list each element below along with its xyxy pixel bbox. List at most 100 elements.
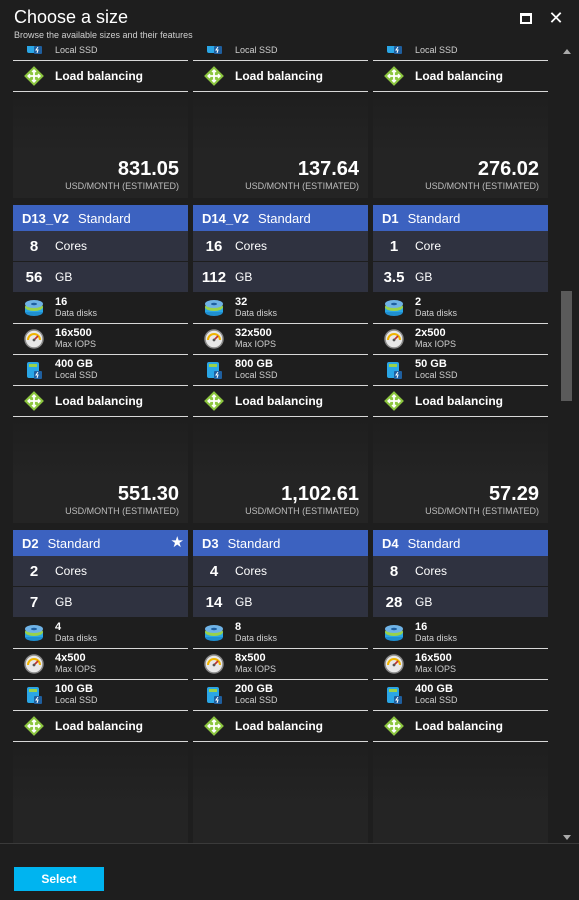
size-name: D13_V2 bbox=[22, 210, 69, 226]
load-balancing-icon bbox=[373, 66, 415, 86]
cores-row: 2 Cores bbox=[13, 556, 188, 587]
ssd-row: 200 GBLocal SSD bbox=[193, 680, 368, 711]
iops-row: 8x500 Max IOPS bbox=[193, 649, 368, 680]
ssd-label: Local SSD bbox=[55, 695, 98, 705]
size-card[interactable]: 32x500Max IOPS 800 GBLocal SSD Load bala… bbox=[13, 46, 188, 198]
ram-value: 7 bbox=[29, 593, 39, 611]
data-disks-value: 4 bbox=[55, 621, 62, 633]
load-balancing-icon bbox=[13, 716, 55, 736]
scrollbar[interactable] bbox=[560, 46, 574, 843]
ssd-value: 400 GB bbox=[415, 683, 453, 695]
close-button[interactable]: ✕ bbox=[546, 8, 566, 28]
scroll-down-arrow[interactable] bbox=[563, 835, 571, 840]
load-balancing-label: Load balancing bbox=[235, 394, 324, 408]
data-disks-label: Data disks bbox=[415, 633, 458, 643]
load-balancing-icon bbox=[193, 716, 235, 736]
card-spacer bbox=[193, 417, 368, 479]
load-balancing-row: Load balancing bbox=[13, 386, 188, 417]
load-balancing-row: Load balancing bbox=[373, 61, 548, 92]
cores-value: 16 bbox=[205, 237, 223, 255]
iops-label: Max IOPS bbox=[55, 339, 97, 349]
load-balancing-label: Load balancing bbox=[235, 69, 324, 83]
price-currency: USD/MONTH (ESTIMATED) bbox=[425, 181, 539, 191]
load-balancing-icon bbox=[373, 716, 415, 736]
size-tier: Standard bbox=[47, 535, 101, 551]
data-disks-icon bbox=[373, 624, 415, 642]
data-disks-icon bbox=[13, 624, 55, 642]
ssd-icon bbox=[373, 360, 415, 380]
ram-row: 7 GB bbox=[13, 587, 188, 618]
data-disks-value: 2 bbox=[415, 296, 422, 308]
data-disks-row: 2 Data disks bbox=[373, 293, 548, 324]
data-disks-icon bbox=[13, 299, 55, 317]
ssd-value: 200 GB bbox=[235, 683, 273, 695]
ssd-icon bbox=[13, 46, 55, 55]
ram-row: 3.5 GB bbox=[373, 262, 548, 293]
data-disks-icon bbox=[193, 624, 235, 642]
ssd-label: Local SSD bbox=[415, 370, 458, 380]
star-icon[interactable]: ★ bbox=[171, 534, 184, 552]
size-name: D4 bbox=[382, 535, 399, 551]
ssd-label: Local SSD bbox=[415, 46, 458, 55]
size-tier: Standard bbox=[407, 210, 461, 226]
iops-row: 4x500 Max IOPS bbox=[13, 649, 188, 680]
data-disks-row: 8 Data disks bbox=[193, 618, 368, 649]
card-header: D3 Standard bbox=[193, 530, 368, 556]
price-block: 276.02 USD/MONTH (ESTIMATED) bbox=[373, 154, 548, 198]
size-card[interactable]: 8x500Max IOPS 200 GBLocal SSD Load balan… bbox=[373, 46, 548, 198]
price-block bbox=[193, 804, 368, 843]
price-currency: USD/MONTH (ESTIMATED) bbox=[425, 506, 539, 516]
cores-row: 4 Cores bbox=[193, 556, 368, 587]
cores-row: 8 Cores bbox=[13, 231, 188, 262]
ssd-icon bbox=[193, 360, 235, 380]
size-card[interactable]: D4 Standard 8 Cores 28 GB 16 Data disks 1… bbox=[373, 530, 548, 843]
ssd-label: Local SSD bbox=[415, 695, 458, 705]
size-card[interactable]: 4x500Max IOPS 100 GBLocal SSD Load balan… bbox=[193, 46, 368, 198]
size-tier: Standard bbox=[407, 535, 461, 551]
scroll-up-arrow[interactable] bbox=[563, 49, 571, 54]
ram-value: 112 bbox=[201, 268, 227, 286]
ssd-value: 100 GB bbox=[55, 683, 93, 695]
ssd-value: 50 GB bbox=[415, 358, 447, 370]
card-spacer bbox=[373, 742, 548, 804]
price-currency: USD/MONTH (ESTIMATED) bbox=[245, 181, 359, 191]
data-disks-label: Data disks bbox=[235, 633, 278, 643]
ssd-icon bbox=[373, 685, 415, 705]
card-header: D4 Standard bbox=[373, 530, 548, 556]
cores-row: 8 Cores bbox=[373, 556, 548, 587]
size-card[interactable]: D14_V2 Standard 16 Cores 112 GB 32 Data d… bbox=[193, 205, 368, 523]
ssd-row: 200 GBLocal SSD bbox=[373, 46, 548, 61]
size-card[interactable]: D13_V2 Standard 8 Cores 56 GB 16 Data dis… bbox=[13, 205, 188, 523]
ram-value: 56 bbox=[25, 268, 43, 286]
iops-row: 16x500 Max IOPS bbox=[13, 324, 188, 355]
size-list[interactable]: 32x500Max IOPS 800 GBLocal SSD Load bala… bbox=[0, 46, 579, 843]
load-balancing-row: Load balancing bbox=[193, 61, 368, 92]
size-name: D2 bbox=[22, 535, 39, 551]
maximize-button[interactable] bbox=[516, 8, 536, 28]
size-name: D3 bbox=[202, 535, 219, 551]
load-balancing-label: Load balancing bbox=[55, 69, 144, 83]
size-card[interactable]: D3 Standard 4 Cores 14 GB 8 Data disks 8x… bbox=[193, 530, 368, 843]
ram-label: GB bbox=[235, 595, 253, 609]
ssd-value: 800 GB bbox=[235, 358, 273, 370]
gauge-icon bbox=[373, 654, 415, 674]
card-spacer bbox=[373, 417, 548, 479]
select-button[interactable]: Select bbox=[14, 867, 104, 891]
card-header: D1 Standard bbox=[373, 205, 548, 231]
data-disks-row: 16 Data disks bbox=[13, 293, 188, 324]
size-card[interactable]: D1 Standard 1 Core 3.5 GB 2 Data disks 2x… bbox=[373, 205, 548, 523]
ssd-row: 400 GB Local SSD bbox=[13, 355, 188, 386]
ssd-row: 400 GB Local SSD bbox=[373, 680, 548, 711]
load-balancing-icon bbox=[193, 391, 235, 411]
blade-footer: Select bbox=[0, 843, 579, 900]
size-card[interactable]: D2 Standard ★ 2 Cores 7 GB 4 Data disks 4… bbox=[13, 530, 188, 843]
load-balancing-icon bbox=[373, 391, 415, 411]
scrollbar-thumb[interactable] bbox=[561, 291, 572, 401]
card-header: D14_V2 Standard bbox=[193, 205, 368, 231]
ram-label: GB bbox=[415, 595, 433, 609]
ram-label: GB bbox=[55, 270, 73, 284]
ssd-icon bbox=[13, 685, 55, 705]
card-header: D13_V2 Standard bbox=[13, 205, 188, 231]
cores-value: 8 bbox=[389, 562, 399, 580]
load-balancing-label: Load balancing bbox=[235, 719, 324, 733]
